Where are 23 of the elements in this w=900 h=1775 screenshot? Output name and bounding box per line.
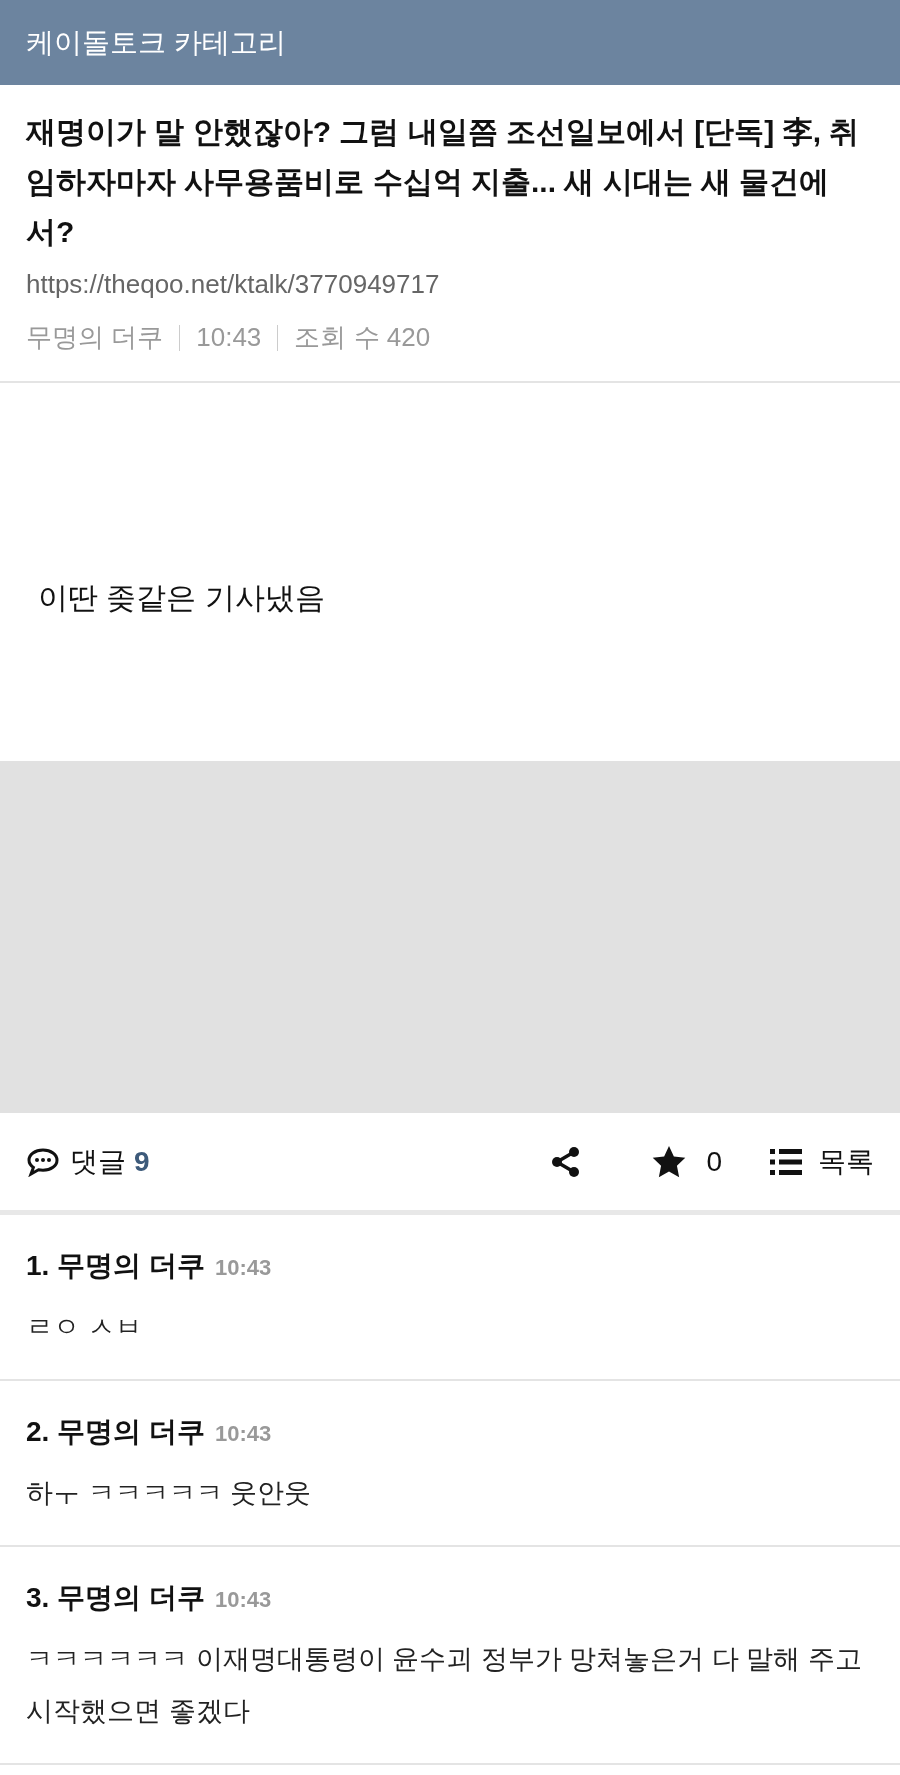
comment-time: 10:43 [214, 1420, 272, 1448]
star-icon[interactable] [652, 1145, 687, 1178]
post-time: 10:43 [196, 321, 262, 354]
post-body: 이딴 좆같은 기사냈음 [38, 579, 325, 616]
comment-text: 하ㅜ ㅋㅋㅋㅋㅋ 웃안웃 [26, 1477, 312, 1510]
post-url[interactable]: https://theqoo.net/ktalk/3770949717 [26, 265, 874, 304]
comment-author: 1. 무명의 더쿠 [26, 1249, 205, 1283]
comment-author: 2. 무명의 더쿠 [26, 1415, 205, 1449]
comment-text: ㄹㅇ ㅅㅂ [26, 1311, 143, 1344]
list-label[interactable]: 목록 [818, 1140, 874, 1183]
comment-time: 10:43 [214, 1586, 272, 1614]
star-count: 0 [706, 1144, 722, 1179]
list-icon[interactable] [770, 1147, 802, 1176]
post-title: 재명이가 말 안했잖아? 그럼 내일쯤 조선일보에서 [단독] 李, 취임하자마자 사무용품비로 수십억 지출... 새 시대는 새 물건에서? [26, 114, 861, 250]
category-title[interactable]: 케이돌토크 카테고리 [26, 21, 286, 64]
speech-bubble-icon [26, 1146, 60, 1177]
comment-author: 3. 무명의 더쿠 [26, 1581, 205, 1615]
comments-label[interactable]: 댓글 [70, 1140, 126, 1183]
post-author: 무명의 더쿠 [26, 321, 164, 354]
comment-text: ㅋㅋㅋㅋㅋㅋ 이재명대통령이 윤수괴 정부가 망쳐놓은거 다 말해 주고 시작했으면 좋겠다 [26, 1643, 863, 1728]
comment-count[interactable]: 9 [134, 1140, 150, 1183]
comment-time: 10:43 [214, 1254, 272, 1282]
view-count: 조회 수 420 [294, 321, 431, 354]
